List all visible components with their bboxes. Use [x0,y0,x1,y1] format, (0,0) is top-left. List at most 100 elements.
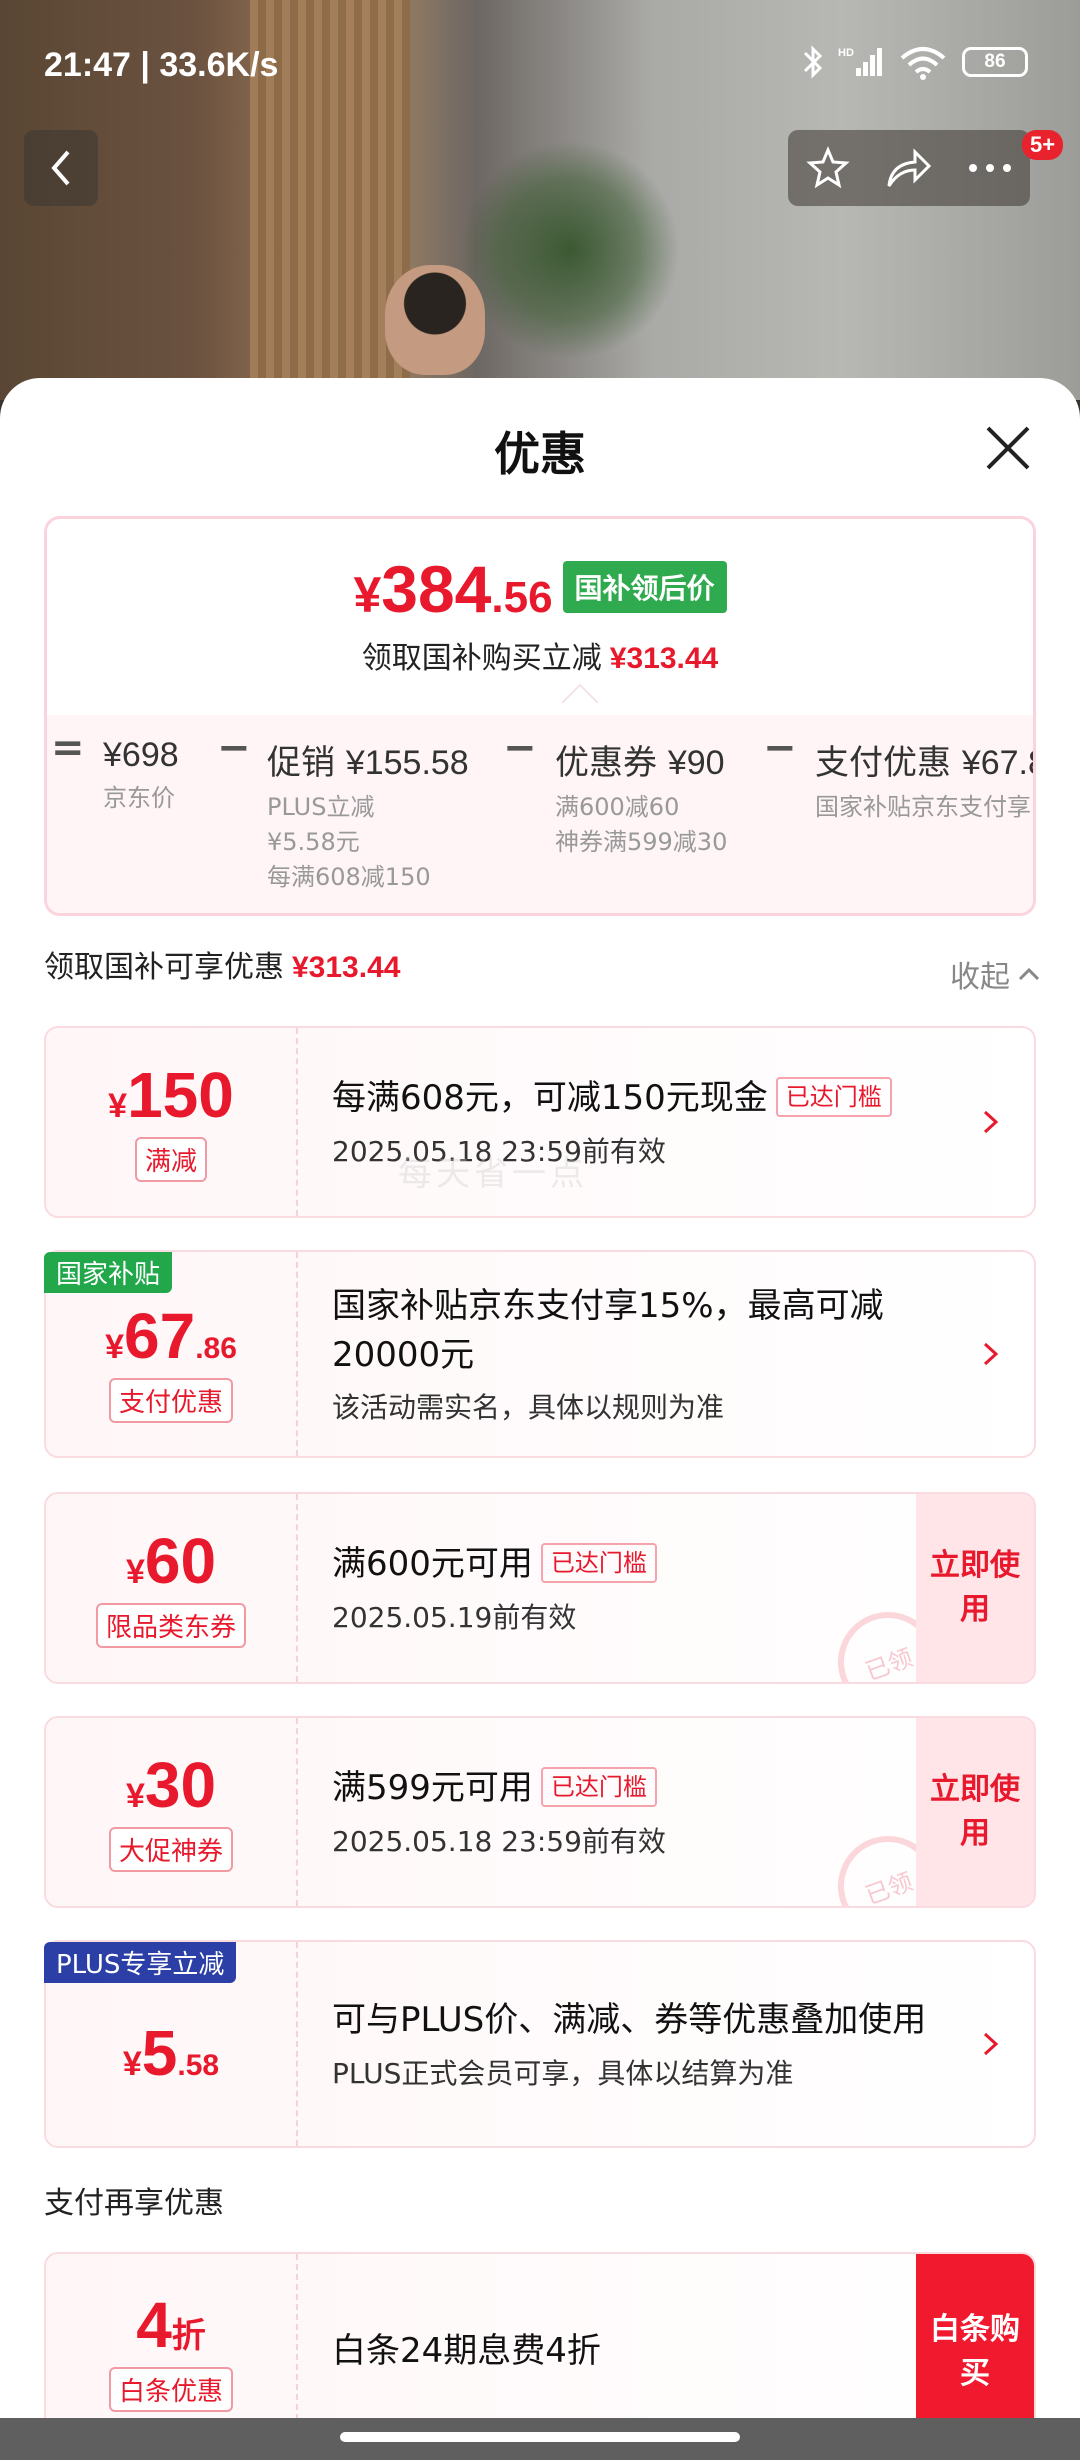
star-icon[interactable] [806,146,850,190]
breakdown-line: ¥5.58元 [267,828,360,856]
coupon-type: 满减 [134,1136,207,1182]
breakdown-item-promotion: 促销 ¥155.58 PLUS立减 ¥5.58元 每满608减150 [267,735,469,895]
chevron-up-icon [1018,967,1040,981]
breakdown-name: 支付优惠 [815,743,962,783]
minus-sign: − [763,725,797,771]
final-price-currency: ¥ [353,567,382,623]
battery-icon: 86 [962,47,1028,77]
breakdown-line: 国家补贴京东支付享15% [815,793,1033,821]
share-icon[interactable] [885,146,933,190]
breakdown-item-coupon: 优惠券 ¥90 满600减60 神券满599减30 [555,735,727,860]
coupon-amount: 60 [144,1524,217,1597]
subsidy-discount-text: 领取国补可享优惠 [44,950,284,985]
coupon-rule: 该活动需实名，具体以规则为准 [332,1391,725,1425]
final-price-integer: 384 [381,552,492,626]
breakdown-item-jd-price: ¥698 京东价 [103,735,179,816]
coupon-currency: ¥ [125,1552,145,1591]
coupon-type: 支付优惠 [108,1377,233,1423]
price-summary: ¥384.56 国补领后价 领取国补购买立减 ¥313.44 = ¥698 京东价 … [44,516,1036,916]
coupon-title: 满600元可用 [332,1544,533,1585]
discount-sheet: 优惠 ¥384.56 国补领后价 领取国补购买立减 ¥313.44 = ¥698 京… [0,378,1080,2418]
breakdown-line: 满600减60 [555,793,680,821]
chevron-right-icon[interactable] [980,1108,1002,1136]
breakdown-amount: ¥67.86 [961,744,1033,782]
threshold-badge: 已达门槛 [540,1767,657,1808]
baitiao-card[interactable]: 4折 白条优惠 白条24期息费4折 白条购买 [44,2252,1036,2418]
equals-sign: = [51,725,85,771]
wifi-icon [900,47,946,80]
coupon-card-category[interactable]: ¥60 限品类东券 满600元可用 已达门槛 2025.05.19前有效 已领 立… [44,1492,1036,1684]
coupon-type: 限品类东券 [95,1602,246,1648]
svg-text:HD: HD [838,47,854,59]
status-time: 21:47 | 33.6K/s [44,46,279,84]
threshold-badge: 已达门槛 [540,1543,657,1584]
use-now-button[interactable]: 立即使用 [916,1718,1034,1906]
breakdown-line: 京东价 [103,784,175,812]
breakdown-amount: ¥698 [103,736,179,774]
price-breakdown: = ¥698 京东价 − 促销 ¥155.58 PLUS立减 ¥5.58元 每满… [47,715,1033,913]
gesture-navigation-bar [0,2418,1080,2460]
coupon-currency: ¥ [122,2045,142,2083]
coupon-currency: ¥ [105,1327,124,1366]
breakdown-line: PLUS立减 [267,793,375,821]
baitiao-discount-unit: 折 [171,2315,206,2356]
coupon-decimal: .58 [177,2049,220,2082]
coupon-amount: 150 [127,1058,234,1131]
coupon-title: 可与PLUS价、满减、券等优惠叠加使用 [332,2000,927,2041]
breakdown-amount: ¥155.58 [345,744,469,782]
coupon-validity: 2025.05.19前有效 [332,1600,577,1634]
plus-ribbon: PLUS专享立减 [44,1942,237,1983]
breakdown-name: 优惠券 [555,743,668,783]
coupon-title: 国家补贴京东支付享15%，最高可减20000元 [332,1285,884,1375]
cellular-signal-icon: HD [838,47,882,76]
more-icon[interactable] [968,163,1012,173]
chevron-left-icon [51,150,70,186]
coupon-card-payment[interactable]: ¥67.86 支付优惠 国家补贴京东支付享15%，最高可减20000元 该活动需… [44,1250,1036,1458]
collapse-label: 收起 [950,960,1010,995]
coupon-amount: 30 [144,1748,217,1821]
final-price-decimal: .56 [491,573,553,622]
chevron-right-icon[interactable] [980,2030,1002,2058]
collapse-button[interactable]: 收起 [950,952,1040,996]
coupon-currency: ¥ [125,1776,145,1815]
subsidy-discount-label: 领取国补可享优惠 ¥313.44 [44,942,400,986]
final-price-tag: 国补领后价 [562,561,727,613]
breakdown-item-payment: 支付优惠 ¥67.86 国家补贴京东支付享15% [815,735,1033,825]
chevron-right-icon[interactable] [980,1340,1002,1368]
baitiao-title: 白条24期息费4折 [332,2331,601,2372]
payment-discount-label: 支付再享优惠 [44,2186,224,2221]
breakdown-line: 每满608减150 [267,863,431,891]
baitiao-buy-button[interactable]: 白条购买 [916,2254,1034,2418]
breakdown-line: 神券满599减30 [555,828,728,856]
coupon-decimal: .86 [195,1331,237,1365]
coupon-card-mega-sale[interactable]: ¥30 大促神券 满599元可用 已达门槛 2025.05.18 23:59前有效… [44,1716,1036,1908]
coupon-amount: 67 [124,1299,196,1372]
top-toolbar [788,130,1030,206]
sheet-title: 优惠 [494,427,586,481]
subsidy-discount-amount: ¥313.44 [292,951,401,984]
final-price-subtitle-text: 领取国补购买立减 [361,641,602,676]
final-price-subtitle: 领取国补购买立减 ¥313.44 [47,633,1033,677]
coupon-title: 每满608元，可减150元现金 [332,1078,768,1119]
coupon-title: 满599元可用 [332,1768,533,1809]
home-indicator[interactable] [340,2432,740,2442]
coupon-currency: ¥ [108,1086,128,1125]
message-badge: 5+ [1022,130,1064,160]
close-icon[interactable] [982,422,1034,474]
final-price: ¥384.56 国补领后价 [47,551,1033,627]
coupon-amount: 5 [141,2017,178,2089]
coupon-rule: PLUS正式会员可享，具体以结算为准 [332,2056,794,2090]
coupon-validity: 2025.05.18 23:59前有效 [332,1824,666,1858]
back-button[interactable] [24,130,98,206]
final-price-subtitle-amount: ¥313.44 [609,642,719,675]
coupon-type: 白条优惠 [108,2366,233,2412]
baitiao-discount-number: 4 [136,2288,172,2361]
minus-sign: − [503,725,537,771]
breakdown-amount: ¥90 [667,744,725,782]
national-subsidy-ribbon: 国家补贴 [44,1252,173,1293]
status-bar: 21:47 | 33.6K/s HD 86 [0,0,1080,130]
bluetooth-icon [803,45,823,79]
coupon-type: 大促神券 [108,1826,233,1872]
use-now-button[interactable]: 立即使用 [916,1494,1034,1682]
breakdown-name: 促销 [267,743,346,783]
